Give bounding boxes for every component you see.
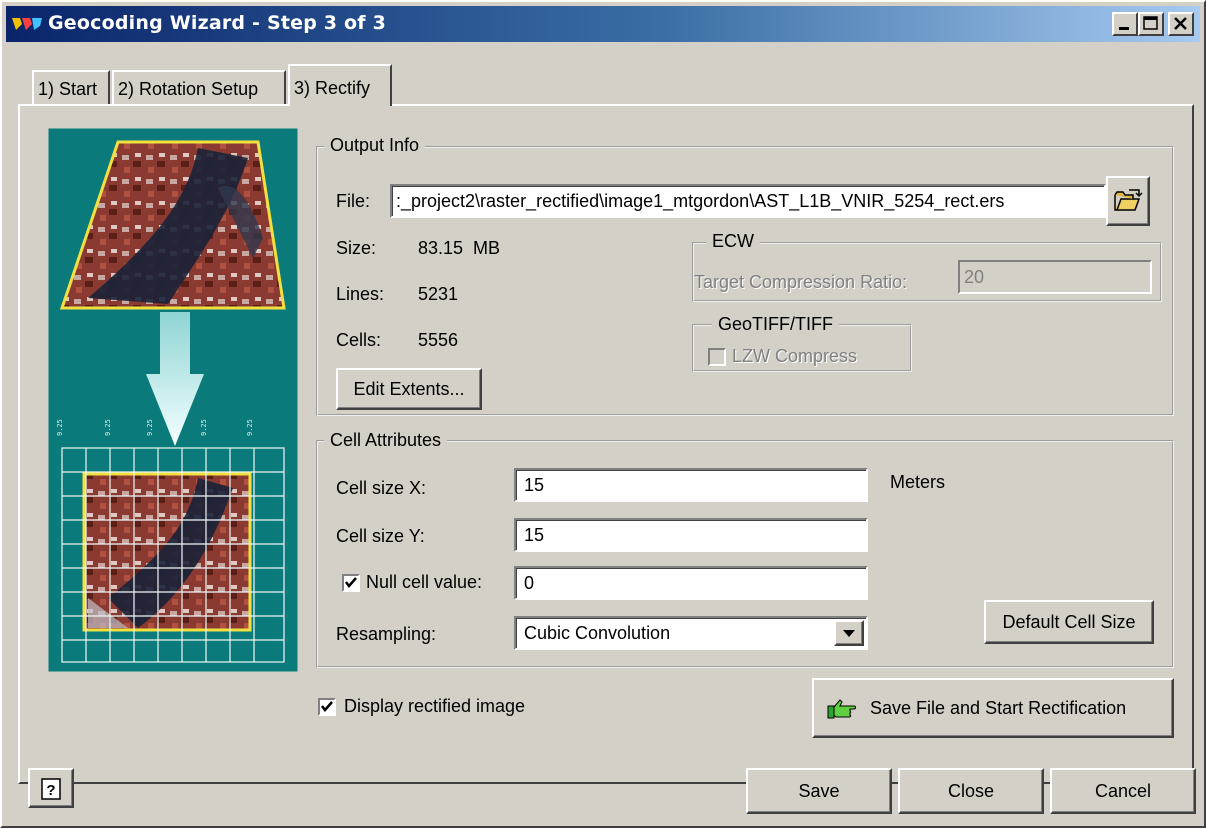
- save-button[interactable]: Save: [746, 768, 892, 814]
- resampling-label: Resampling:: [336, 624, 437, 644]
- svg-text:?: ?: [46, 782, 55, 799]
- cell-size-x-label: Cell size X:: [336, 478, 427, 498]
- tab-start[interactable]: 1) Start: [32, 70, 110, 106]
- display-rectified-label: Display rectified image: [344, 696, 526, 716]
- cells-value: 5556: [418, 330, 459, 350]
- null-cell-checkbox[interactable]: [342, 574, 360, 592]
- resampling-select[interactable]: Cubic Convolution: [514, 616, 868, 650]
- close-icon: [1174, 17, 1187, 30]
- checkmark-icon: [321, 701, 333, 712]
- tab-rectify-label: 3) Rectify: [294, 78, 371, 98]
- minimize-button[interactable]: [1112, 12, 1138, 36]
- svg-text:9.25: 9.25: [104, 419, 112, 436]
- display-rectified-checkbox[interactable]: [318, 698, 336, 716]
- lines-label: Lines:: [336, 284, 385, 304]
- output-info-label: Output Info: [324, 135, 426, 156]
- file-label: File:: [336, 191, 371, 211]
- title-bar[interactable]: Geocoding Wizard - Step 3 of 3: [6, 6, 1200, 42]
- cells-label: Cells:: [336, 330, 382, 350]
- cell-size-x-input[interactable]: 15: [514, 468, 868, 502]
- geocoding-wizard-window: Geocoding Wizard - Step 3 of 3 1) Start …: [0, 0, 1206, 828]
- maximize-button[interactable]: [1138, 12, 1164, 36]
- default-cell-size-button[interactable]: Default Cell Size: [984, 600, 1154, 644]
- lzw-compress-checkbox[interactable]: [708, 348, 726, 366]
- lzw-compress-label: LZW Compress: [732, 346, 858, 366]
- pointing-hand-icon: [827, 699, 856, 719]
- save-and-start-rectification-button[interactable]: Save File and Start Rectification: [812, 678, 1174, 738]
- folder-open-icon: [1114, 189, 1143, 211]
- rectification-illustration: 9.25 9.25 9.25 9.25 9.25: [48, 128, 298, 672]
- cell-size-y-label: Cell size Y:: [336, 526, 425, 546]
- chevron-down-icon: [843, 630, 855, 637]
- svg-text:9.25: 9.25: [200, 419, 208, 436]
- output-file-field[interactable]: :_project2\raster_rectified\image1_mtgor…: [390, 184, 1106, 218]
- size-value: 83.15 MB: [418, 238, 501, 258]
- close-window-button[interactable]: [1168, 12, 1194, 36]
- compression-ratio-label: Target Compression Ratio:: [694, 272, 908, 292]
- minimize-icon: [1119, 27, 1129, 30]
- null-cell-value-input[interactable]: 0: [514, 566, 868, 600]
- browse-file-button[interactable]: [1106, 176, 1150, 226]
- edit-extents-button[interactable]: Edit Extents...: [336, 368, 482, 410]
- help-icon: ?: [41, 778, 61, 800]
- tab-rectify[interactable]: 3) Rectify: [288, 64, 392, 106]
- lines-value: 5231: [418, 284, 459, 304]
- size-label: Size:: [336, 238, 377, 258]
- geotiff-label: GeoTIFF/TIFF: [712, 314, 839, 335]
- cell-attributes-label: Cell Attributes: [324, 430, 448, 451]
- units-label: Meters: [890, 472, 946, 492]
- svg-text:9.25: 9.25: [56, 419, 64, 436]
- ecw-label: ECW: [706, 231, 760, 252]
- tab-rotation-setup[interactable]: 2) Rotation Setup: [112, 70, 286, 106]
- close-button[interactable]: Close: [898, 768, 1044, 814]
- save-and-start-label: Save File and Start Rectification: [870, 698, 1127, 718]
- window-title: Geocoding Wizard - Step 3 of 3: [48, 12, 386, 34]
- maximize-icon: [1143, 16, 1158, 30]
- svg-text:9.25: 9.25: [246, 419, 254, 436]
- svg-text:9.25: 9.25: [146, 419, 154, 436]
- resampling-dropdown-button[interactable]: [834, 620, 864, 646]
- tab-start-label: 1) Start: [38, 79, 98, 99]
- tab-rotation-setup-label: 2) Rotation Setup: [118, 79, 259, 99]
- help-button[interactable]: ?: [28, 768, 74, 808]
- cancel-button[interactable]: Cancel: [1050, 768, 1196, 814]
- resampling-value: Cubic Convolution: [524, 623, 671, 643]
- app-logo-icon: [12, 18, 42, 30]
- checkmark-icon: [345, 577, 357, 588]
- cell-size-y-input[interactable]: 15: [514, 518, 868, 552]
- null-cell-label: Null cell value:: [366, 572, 483, 592]
- compression-ratio-field[interactable]: 20: [958, 260, 1152, 294]
